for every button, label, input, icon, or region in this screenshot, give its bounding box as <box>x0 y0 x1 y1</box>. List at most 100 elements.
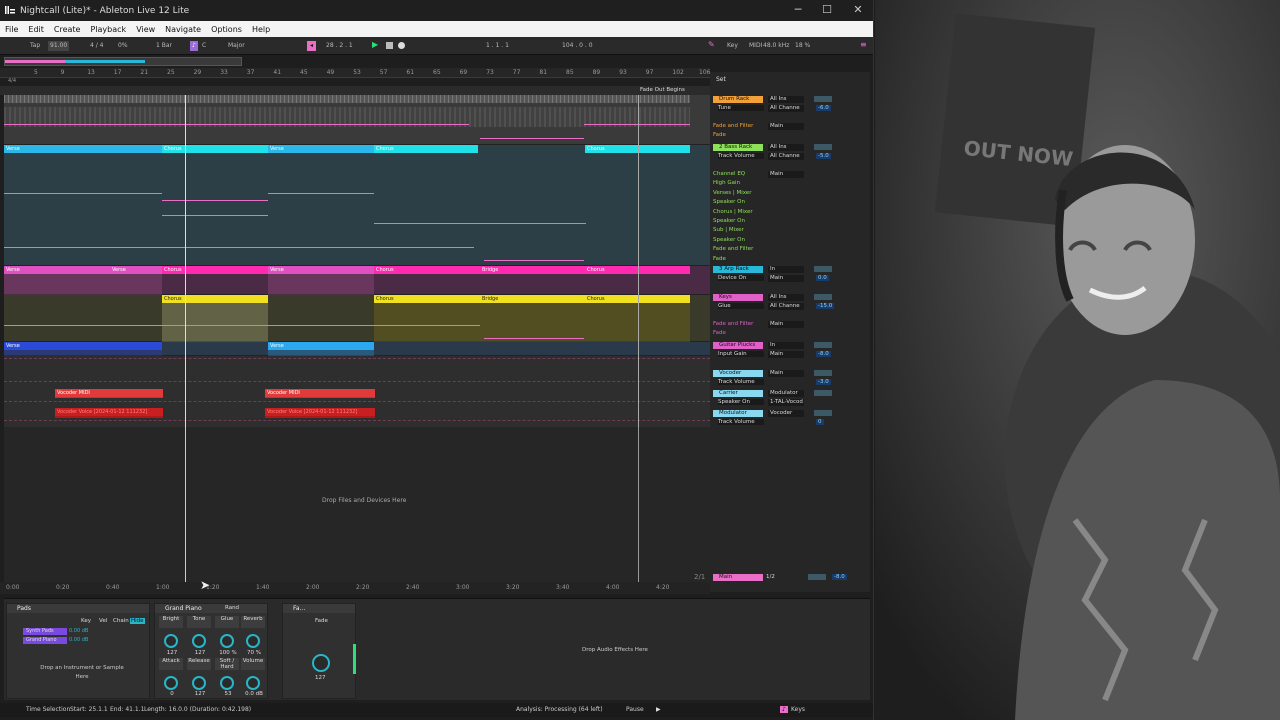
automation-parameter-select[interactable]: Glue <box>718 303 764 309</box>
locator-fade-out[interactable]: Fade Out Begins <box>640 87 685 93</box>
mixer-track[interactable]: Drum Rack All Ins All Channe Main Tune -6.0 Fa… <box>712 96 868 138</box>
input-channel-select[interactable]: 1-TAL-Vocod <box>768 399 804 406</box>
mixer-track-name[interactable]: 2 Bass Rack <box>713 144 763 151</box>
arrangement-overview[interactable] <box>4 57 242 66</box>
automation-lane[interactable] <box>484 338 584 339</box>
track-volume[interactable]: -6.0 <box>816 105 831 111</box>
mixer-track[interactable]: 2 Bass Rack All Ins All Channe Main Track Vo… <box>712 144 868 262</box>
clip-chorus[interactable]: Chorus <box>162 266 268 295</box>
time-signature-field[interactable]: 4 / 4 <box>90 41 103 51</box>
clip-vocoder-voice[interactable]: Vocoder Voice [2024-01-12 111232] <box>55 408 163 418</box>
midi-map-button[interactable]: MIDI <box>749 41 762 51</box>
minimize-button[interactable]: ─ <box>786 2 810 18</box>
macro-knob[interactable] <box>164 634 178 648</box>
track-volume[interactable]: -8.0 <box>816 351 831 357</box>
macro-knob[interactable] <box>220 676 234 690</box>
macro-knob[interactable] <box>246 676 260 690</box>
record-icon[interactable] <box>398 42 405 49</box>
input-type-select[interactable]: Modulator <box>768 390 804 397</box>
chain-grand-piano[interactable]: Grand Piano <box>23 637 67 644</box>
empty-drop-area[interactable] <box>4 427 710 582</box>
tap-tempo-button[interactable]: Tap <box>30 41 40 51</box>
clip-vocoder-midi[interactable]: Vocoder MIDI <box>55 389 163 398</box>
macro-knob[interactable] <box>220 634 234 648</box>
automation-parameter-select[interactable]: Input Gain <box>718 351 764 357</box>
automation-lane[interactable] <box>268 193 374 194</box>
play-small-icon[interactable]: ▶ <box>656 706 661 713</box>
mixer-track-name[interactable]: Vocoder <box>713 370 763 377</box>
macro-knob[interactable] <box>164 676 178 690</box>
macro-knob[interactable] <box>192 634 206 648</box>
input-type-select[interactable]: All Ins <box>768 96 804 103</box>
menu-edit[interactable]: Edit <box>23 25 49 34</box>
clip-bridge[interactable]: Bridge <box>480 266 585 295</box>
input-channel-select[interactable]: All Channe <box>768 153 804 160</box>
quantize-select[interactable]: 1 Bar <box>156 41 172 51</box>
follow-button[interactable]: ◂ <box>307 41 317 51</box>
automation-fade-drum-3[interactable] <box>584 124 690 125</box>
playhead[interactable] <box>185 95 186 427</box>
pause-button[interactable]: Pause <box>626 706 644 713</box>
mixer-track[interactable]: Keys All Ins All Channe Main Glue -15.0 Fade a… <box>712 294 868 336</box>
mixer-track-name[interactable]: Modulator <box>713 410 763 417</box>
play-icon[interactable]: ▶ <box>372 40 378 50</box>
input-type-select[interactable]: In <box>768 266 804 273</box>
clip-verse[interactable]: Verse <box>4 342 162 356</box>
clip-verse[interactable]: Verse <box>4 266 110 295</box>
input-type-select[interactable]: Vocoder <box>768 410 804 417</box>
track-volume[interactable]: -5.0 <box>816 153 831 159</box>
clip-chorus[interactable]: Chorus <box>374 295 480 342</box>
loop-start-field[interactable]: 1 . 1 . 1 <box>486 41 509 51</box>
clip-bridge[interactable]: Bridge <box>480 295 585 342</box>
clip-chorus[interactable]: Chorus <box>162 295 268 342</box>
chain-volume[interactable]: 0.00 dB <box>69 628 88 634</box>
tempo-field[interactable]: 91.00 <box>48 41 70 51</box>
tab-vel[interactable]: Vel <box>99 618 107 624</box>
track-volume[interactable]: -15.0 <box>816 303 835 309</box>
output-select[interactable]: Main <box>768 123 804 130</box>
output-select[interactable]: Main <box>768 275 804 282</box>
menu-navigate[interactable]: Navigate <box>160 25 206 34</box>
mixer-track-name[interactable]: Carrier <box>713 390 763 397</box>
clip-chorus[interactable]: Chorus <box>374 266 480 295</box>
automation-parameter-select[interactable]: Track Volume <box>718 379 764 385</box>
automation-lane[interactable] <box>4 325 480 326</box>
close-button[interactable]: ✕ <box>846 2 870 18</box>
input-type-select[interactable]: All Ins <box>768 144 804 151</box>
beat-ruler[interactable]: 5 9 13 17 21 25 29 33 37 41 45 49 53 57 61 65 69 73 77 81 85… <box>0 68 710 78</box>
mixer-track[interactable]: Modulator Vocoder Track Volume 0 <box>712 410 868 450</box>
clip-verse[interactable]: Verse <box>268 342 374 356</box>
automation-lane[interactable] <box>162 215 268 216</box>
automation-lane[interactable] <box>162 200 268 201</box>
automation-lane[interactable] <box>484 260 584 261</box>
clip-vocoder-voice[interactable]: Vocoder Voice [2024-01-12 111232] <box>265 408 375 418</box>
automation-lane[interactable] <box>4 193 162 194</box>
menu-icon[interactable]: ≡ <box>860 40 867 50</box>
mixer-track-name[interactable]: 3 Arp Rack <box>713 266 763 273</box>
track-drum-rack[interactable] <box>4 95 710 145</box>
track-volume[interactable]: 0 <box>816 419 824 425</box>
clip-verse[interactable]: Verse <box>110 266 162 295</box>
automation-parameter-select[interactable]: Device On <box>718 275 764 281</box>
clip-vocoder-midi[interactable]: Vocoder MIDI <box>265 389 375 398</box>
automation-fade-drum[interactable] <box>4 124 469 125</box>
input-channel-select[interactable]: All Channe <box>768 303 804 310</box>
menu-playback[interactable]: Playback <box>85 25 131 34</box>
menu-create[interactable]: Create <box>49 25 86 34</box>
pencil-icon[interactable]: ✎ <box>708 40 715 50</box>
automation-parameter-select[interactable]: Speaker On <box>718 399 764 405</box>
menu-file[interactable]: File <box>0 25 23 34</box>
time-ruler[interactable]: 0:00 0:20 0:40 1:00 1:20 1:40 2:00 2:20 2:40 3:00… <box>0 582 710 594</box>
automation-parameter-select[interactable]: Track Volume <box>718 419 764 425</box>
menu-help[interactable]: Help <box>247 25 275 34</box>
fade-knob[interactable] <box>312 654 330 672</box>
rand-button[interactable]: Rand <box>225 605 239 611</box>
key-select[interactable]: C <box>202 41 206 51</box>
chain-volume[interactable]: 0.00 dB <box>69 637 88 643</box>
macro-knob[interactable] <box>192 676 206 690</box>
input-channel-select[interactable]: All Channe <box>768 105 804 112</box>
automation-lane[interactable] <box>374 223 586 224</box>
main-volume[interactable]: -8.0 <box>832 574 847 580</box>
keys-icon[interactable]: ♪ <box>780 706 788 713</box>
input-type-select[interactable]: Main <box>768 370 804 377</box>
